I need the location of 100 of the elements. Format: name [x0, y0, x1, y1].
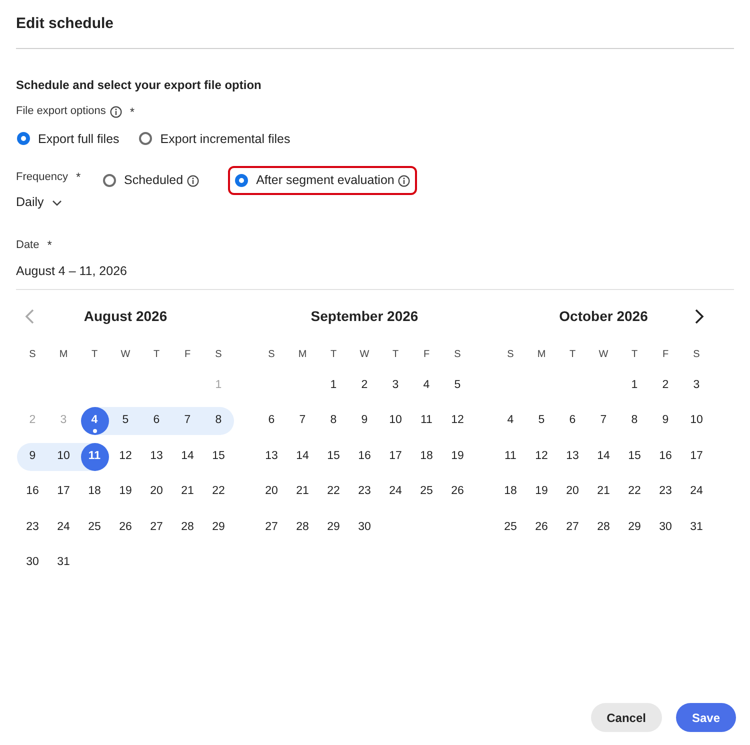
calendar-day[interactable]: 15 [320, 442, 348, 470]
calendar-day[interactable]: 3 [682, 372, 710, 400]
calendar-day[interactable]: 3 [382, 372, 410, 400]
calendar-day[interactable]: 12 [528, 442, 556, 470]
calendar-day[interactable]: 6 [142, 407, 170, 435]
calendar-day[interactable]: 25 [412, 478, 440, 506]
save-button[interactable]: Save [676, 703, 736, 732]
calendar-day[interactable]: 5 [528, 407, 556, 435]
calendar-day[interactable]: 28 [590, 514, 618, 542]
calendar-day[interactable]: 4 [412, 372, 440, 400]
calendar-day[interactable]: 27 [142, 514, 170, 542]
calendar-day[interactable]: 16 [18, 478, 46, 506]
calendar-day[interactable]: 25 [80, 514, 108, 542]
calendar-day[interactable]: 21 [590, 478, 618, 506]
calendar-day[interactable]: 14 [174, 442, 202, 470]
calendar-day[interactable]: 24 [382, 478, 410, 506]
calendar-day[interactable]: 13 [258, 442, 286, 470]
calendar-day[interactable]: 22 [620, 478, 648, 506]
calendar-day[interactable]: 27 [258, 514, 286, 542]
radio-button[interactable] [139, 132, 152, 146]
calendar-day[interactable]: 20 [558, 478, 586, 506]
calendar-day[interactable]: 8 [320, 407, 348, 435]
calendar-day[interactable]: 29 [204, 514, 232, 542]
calendar-day[interactable]: 31 [682, 514, 710, 542]
cancel-button[interactable]: Cancel [590, 703, 662, 732]
calendar-day[interactable]: 4 [496, 407, 524, 435]
calendar-day[interactable]: 11 [412, 407, 440, 435]
calendar-day[interactable]: 24 [50, 514, 78, 542]
calendar-day[interactable]: 16 [350, 442, 378, 470]
calendar-day[interactable]: 23 [350, 478, 378, 506]
info-icon[interactable] [110, 106, 122, 118]
calendar-day[interactable]: 26 [444, 478, 472, 506]
radio-option[interactable]: Scheduled [96, 166, 206, 195]
calendar-day[interactable]: 22 [204, 478, 232, 506]
calendar-day[interactable]: 9 [350, 407, 378, 435]
calendar-day[interactable]: 17 [382, 442, 410, 470]
calendar-day[interactable]: 23 [18, 514, 46, 542]
calendar-day[interactable]: 10 [50, 442, 78, 470]
calendar-day[interactable]: 27 [558, 514, 586, 542]
calendar-day[interactable]: 7 [174, 407, 202, 435]
calendar-day[interactable]: 22 [320, 478, 348, 506]
calendar-day[interactable]: 20 [142, 478, 170, 506]
calendar-day[interactable]: 1 [320, 372, 348, 400]
radio-button[interactable] [17, 132, 30, 146]
calendar-day[interactable]: 16 [652, 442, 680, 470]
calendar-day[interactable]: 26 [528, 514, 556, 542]
calendar-day[interactable]: 4 [80, 407, 108, 435]
calendar-day[interactable]: 14 [288, 442, 316, 470]
calendar-day[interactable]: 26 [112, 514, 140, 542]
calendar-day[interactable]: 5 [112, 407, 140, 435]
calendar-day[interactable]: 2 [652, 372, 680, 400]
calendar-day[interactable]: 29 [320, 514, 348, 542]
calendar-day[interactable]: 13 [142, 442, 170, 470]
radio-button[interactable] [235, 174, 248, 188]
calendar-day[interactable]: 18 [496, 478, 524, 506]
calendar-day[interactable]: 10 [682, 407, 710, 435]
calendar-day[interactable]: 19 [528, 478, 556, 506]
calendar-day[interactable]: 1 [620, 372, 648, 400]
calendar-day[interactable]: 8 [204, 407, 232, 435]
calendar-day[interactable]: 18 [412, 442, 440, 470]
radio-button[interactable] [103, 174, 116, 188]
calendar-day[interactable]: 10 [382, 407, 410, 435]
calendar-day[interactable]: 15 [620, 442, 648, 470]
calendar-day[interactable]: 17 [682, 442, 710, 470]
next-month-button[interactable] [695, 308, 704, 324]
calendar-day[interactable]: 11 [496, 442, 524, 470]
info-icon[interactable] [187, 174, 200, 187]
calendar-day[interactable]: 7 [288, 407, 316, 435]
calendar-day[interactable]: 25 [496, 514, 524, 542]
calendar-day[interactable]: 8 [620, 407, 648, 435]
calendar-day[interactable]: 9 [652, 407, 680, 435]
calendar-day[interactable]: 5 [444, 372, 472, 400]
calendar-day[interactable]: 30 [652, 514, 680, 542]
calendar-day[interactable]: 15 [204, 442, 232, 470]
calendar-day[interactable]: 12 [112, 442, 140, 470]
calendar-day[interactable]: 13 [558, 442, 586, 470]
calendar-day[interactable]: 18 [80, 478, 108, 506]
calendar-day[interactable]: 30 [18, 549, 46, 577]
calendar-day[interactable]: 9 [18, 442, 46, 470]
frequency-dropdown[interactable]: Daily [16, 193, 62, 212]
calendar-day[interactable]: 14 [590, 442, 618, 470]
calendar-day[interactable]: 28 [288, 514, 316, 542]
calendar-day[interactable]: 20 [258, 478, 286, 506]
calendar-day[interactable]: 24 [682, 478, 710, 506]
calendar-day[interactable]: 21 [288, 478, 316, 506]
info-icon[interactable] [398, 174, 410, 187]
calendar-day[interactable]: 6 [558, 407, 586, 435]
calendar-day[interactable]: 12 [444, 407, 472, 435]
calendar-day[interactable]: 19 [112, 478, 140, 506]
calendar-day[interactable]: 19 [444, 442, 472, 470]
calendar-day[interactable]: 7 [590, 407, 618, 435]
calendar-day[interactable]: 2 [350, 372, 378, 400]
calendar-day[interactable]: 23 [652, 478, 680, 506]
calendar-day[interactable]: 30 [350, 514, 378, 542]
calendar-day[interactable]: 31 [50, 549, 78, 577]
calendar-day[interactable]: 29 [620, 514, 648, 542]
calendar-day[interactable]: 6 [258, 407, 286, 435]
calendar-day[interactable]: 28 [174, 514, 202, 542]
calendar-day[interactable]: 21 [174, 478, 202, 506]
calendar-day[interactable]: 17 [50, 478, 78, 506]
